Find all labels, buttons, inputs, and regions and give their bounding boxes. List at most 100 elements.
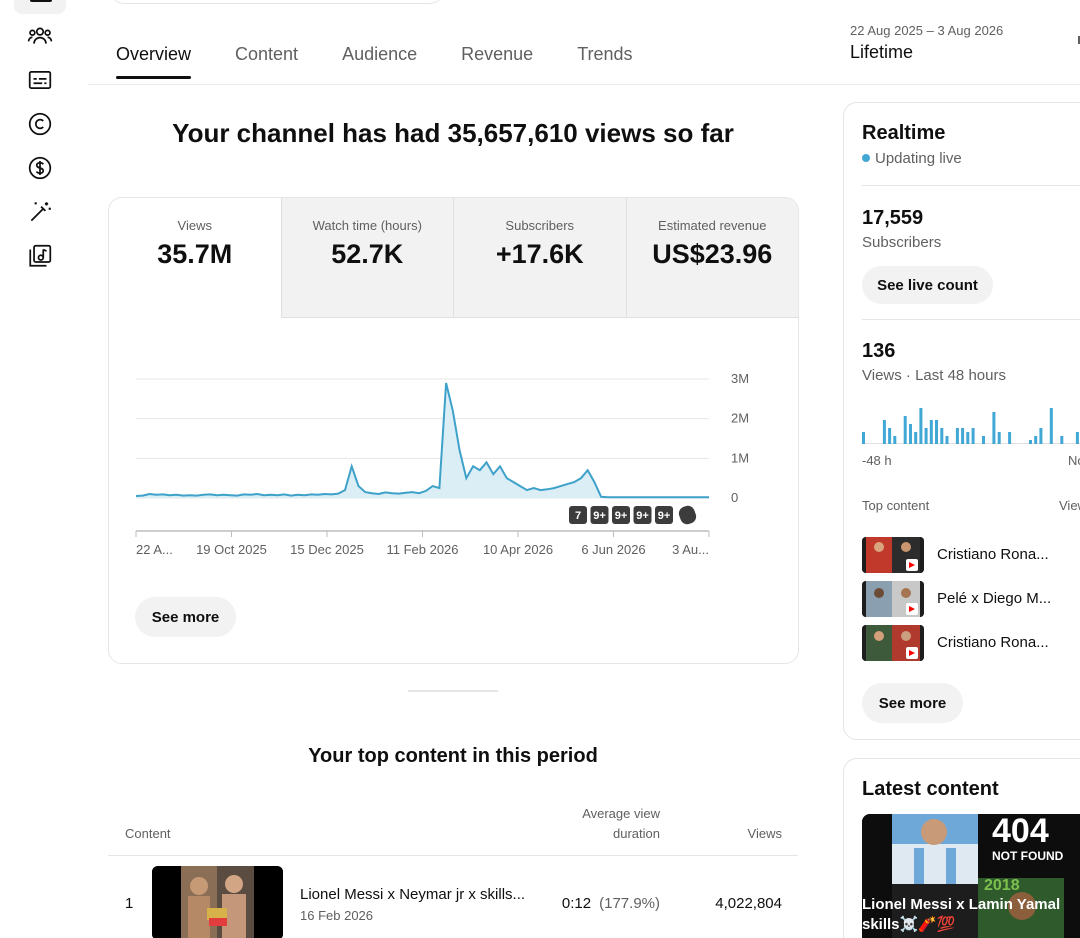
series-area xyxy=(136,383,709,498)
metric-value: 52.7K xyxy=(331,239,404,269)
realtime-see-more-button[interactable]: See more xyxy=(862,683,963,723)
realtime-bar xyxy=(955,428,959,444)
realtime-bar xyxy=(888,428,892,444)
avd-time: 0:12 xyxy=(561,895,592,912)
list-item[interactable]: Cristiano Rona... 3 xyxy=(862,537,1080,573)
row-views: 4,022,804 xyxy=(715,895,782,912)
realtime-bar xyxy=(961,428,965,444)
x-tick-label: 6 Jun 2026 xyxy=(581,542,645,557)
upload-marker-label: 9+ xyxy=(636,510,649,522)
video-thumbnail xyxy=(862,581,924,617)
x-tick-label: 3 Au... xyxy=(672,542,709,557)
top-content-title: Your top content in this period xyxy=(308,745,598,767)
tab-trends[interactable]: Trends xyxy=(577,44,632,79)
realtime-bar xyxy=(982,436,985,444)
updating-live-status: Updating live xyxy=(862,150,962,167)
col-avd-line1[interactable]: Average view xyxy=(582,806,660,821)
tab-content[interactable]: Content xyxy=(235,44,298,79)
video-thumbnail xyxy=(862,537,924,573)
see-more-button[interactable]: See more xyxy=(135,597,236,637)
realtime-bar xyxy=(1029,440,1032,444)
views-chart[interactable]: 3M 2M 1M 0 22 A... 19 Oct 2025 15 Dec 2025 11 F… xyxy=(109,318,798,588)
date-range-dates: 22 Aug 2025 – 3 Aug 2026 xyxy=(850,23,1004,38)
divider xyxy=(862,185,1080,186)
dropdown-chevron-icon[interactable] xyxy=(1074,36,1080,44)
metric-subscribers[interactable]: Subscribers +17.6K xyxy=(453,198,626,318)
realtime-bar xyxy=(992,412,996,444)
realtime-title: Realtime xyxy=(862,122,946,144)
list-item[interactable]: Pelé x Diego M... 1 xyxy=(862,581,1080,617)
tab-overview[interactable]: Overview xyxy=(116,44,192,79)
realtime-bar xyxy=(924,428,928,444)
x-tick-label: 10 Apr 2026 xyxy=(483,542,553,557)
row-rank: 1 xyxy=(125,895,134,912)
list-item[interactable]: Cristiano Rona... 1 xyxy=(862,625,1080,661)
table-row[interactable]: 1 Lionel Messi x Neymar jr x skills... 1… xyxy=(108,858,798,938)
community-icon[interactable] xyxy=(26,22,54,50)
realtime-card: Realtime Updating live 17,559 Subscriber… xyxy=(843,102,1080,740)
views-line-chart: 3M 2M 1M 0 22 A... 19 Oct 2025 15 Dec 2025 11 F… xyxy=(135,371,749,557)
realtime-bar xyxy=(1060,436,1064,444)
video-thumbnail[interactable] xyxy=(152,866,283,938)
audio-library-icon[interactable] xyxy=(26,242,54,270)
realtime-bar xyxy=(966,432,970,444)
copyright-icon[interactable] xyxy=(26,110,54,138)
customization-wand-icon[interactable] xyxy=(26,198,54,226)
badge-year: 2018 xyxy=(984,877,1020,894)
metric-estimated-revenue[interactable]: Estimated revenue US$23.96 xyxy=(625,198,798,318)
metric-watch-time[interactable]: Watch time (hours) 52.7K xyxy=(280,198,453,318)
realtime-bar xyxy=(919,408,923,444)
latest-video-caption[interactable]: Lionel Messi x Lamin Yamal skills☠️🧨💯 xyxy=(862,895,1072,935)
metric-value: US$23.96 xyxy=(652,239,773,269)
x-tick-label: 11 Feb 2026 xyxy=(386,542,458,557)
tab-audience[interactable]: Audience xyxy=(342,44,417,79)
metric-views[interactable]: Views 35.7M xyxy=(109,198,281,318)
upload-marker-label: 9+ xyxy=(593,510,606,522)
avd-percent: (177.9%) xyxy=(599,895,660,912)
realtime-bar xyxy=(909,424,912,444)
top-content-label: Top content xyxy=(862,498,930,513)
realtime-bar xyxy=(903,416,907,444)
video-thumbnail xyxy=(862,625,924,661)
realtime-bar xyxy=(914,432,918,444)
metric-tabs: Views 35.7M Watch time (hours) 52.7K Sub… xyxy=(109,198,798,318)
col-avd-line2[interactable]: duration xyxy=(613,826,660,841)
top-content-table-header: Content Average view duration Views xyxy=(108,800,798,856)
x-tick-label: 15 Dec 2025 xyxy=(290,542,364,557)
metric-label: Watch time (hours) xyxy=(312,218,422,233)
subtitles-icon[interactable] xyxy=(26,66,54,94)
upload-marker-label: 9+ xyxy=(615,510,628,522)
realtime-bar xyxy=(862,432,865,444)
video-title[interactable]: Lionel Messi x Neymar jr x skills... xyxy=(300,886,540,903)
earn-dollar-icon[interactable] xyxy=(26,154,54,182)
section-divider xyxy=(408,690,498,692)
realtime-bar xyxy=(1008,432,1012,444)
col-views[interactable]: Views xyxy=(748,826,782,841)
col-content[interactable]: Content xyxy=(125,826,171,841)
realtime-bar xyxy=(1039,428,1043,444)
left-nav-rail xyxy=(0,0,88,938)
realtime-bar-chart[interactable] xyxy=(862,398,1080,444)
shorts-marker-icon xyxy=(678,505,697,525)
axis-end: No xyxy=(1068,453,1080,468)
y-tick-label: 0 xyxy=(731,490,738,505)
analytics-tabs: Overview Content Audience Revenue Trends xyxy=(116,44,677,79)
y-tick-label: 3M xyxy=(731,371,749,386)
dashboard-nav-item[interactable] xyxy=(14,0,66,14)
realtime-subscribers-value: 17,559 xyxy=(862,207,924,229)
latest-content-title: Latest content xyxy=(862,778,999,800)
badge-not-found: NOT FOUND xyxy=(992,849,1064,863)
search-input[interactable] xyxy=(108,0,446,4)
video-title: Cristiano Rona... xyxy=(937,546,1049,563)
latest-content-card: Latest content 404 NOT FOUND 2018 Lionel… xyxy=(843,758,1080,938)
metric-label: Subscribers xyxy=(505,218,575,233)
see-live-count-button[interactable]: See live count xyxy=(862,266,993,304)
metric-label: Estimated revenue xyxy=(658,218,767,233)
realtime-views-value: 136 xyxy=(862,340,896,362)
date-range-picker[interactable]: 22 Aug 2025 – 3 Aug 2026 Lifetime xyxy=(850,23,1003,63)
video-title: Pelé x Diego M... xyxy=(937,590,1052,607)
realtime-bar xyxy=(929,420,933,444)
tab-revenue[interactable]: Revenue xyxy=(461,44,533,79)
realtime-bar xyxy=(997,432,1001,444)
realtime-bar xyxy=(935,420,938,444)
